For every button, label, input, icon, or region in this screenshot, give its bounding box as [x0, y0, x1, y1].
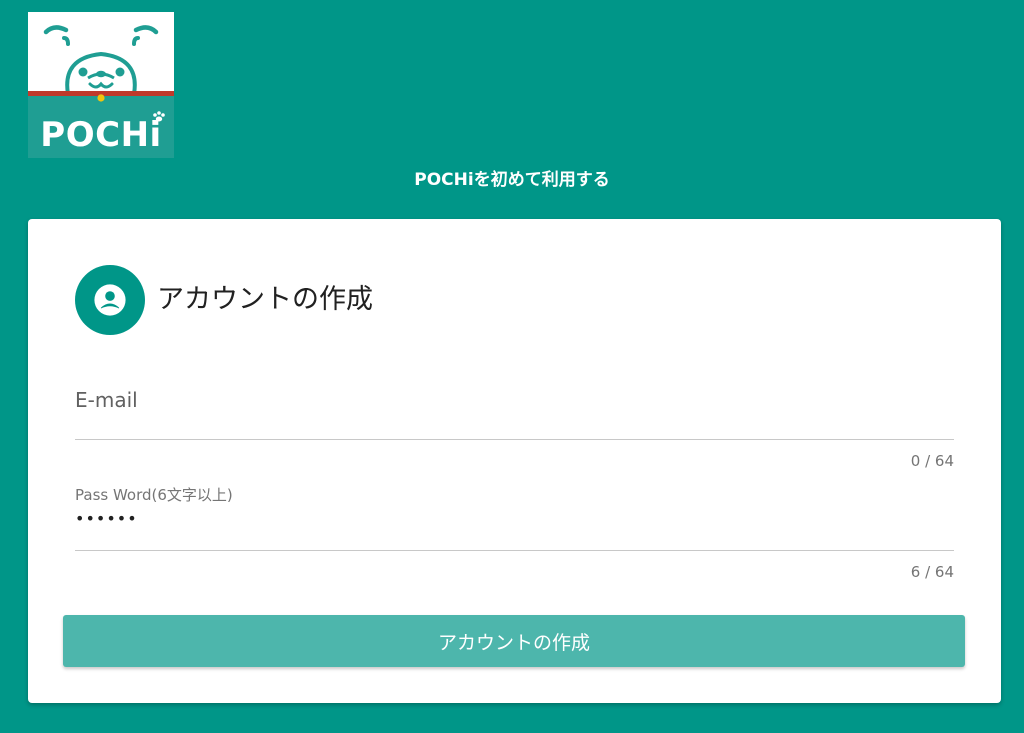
account-circle-icon: [75, 265, 145, 335]
email-input[interactable]: [75, 383, 954, 433]
password-field[interactable]: Pass Word(6文字以上) •••••• 6 / 64: [75, 483, 954, 583]
card-title: アカウントの作成: [157, 284, 373, 315]
card-header: アカウントの作成: [75, 265, 373, 335]
password-input[interactable]: ••••••: [75, 509, 138, 529]
create-account-button[interactable]: アカウントの作成: [63, 615, 965, 667]
password-underline: [75, 550, 954, 551]
page-heading: POCHiを初めて利用する: [414, 170, 610, 190]
password-label: Pass Word(6文字以上): [75, 486, 233, 504]
create-account-card: アカウントの作成 E-mail 0 / 64 Pass Word(6文字以上) …: [28, 219, 1001, 703]
email-counter: 0 / 64: [910, 452, 954, 470]
pochi-logo: POCHi: [28, 12, 174, 158]
email-underline: [75, 439, 954, 440]
email-field: E-mail 0 / 64: [75, 379, 954, 475]
logo-text: POCHi: [40, 115, 162, 155]
password-counter: 6 / 64: [910, 563, 954, 581]
